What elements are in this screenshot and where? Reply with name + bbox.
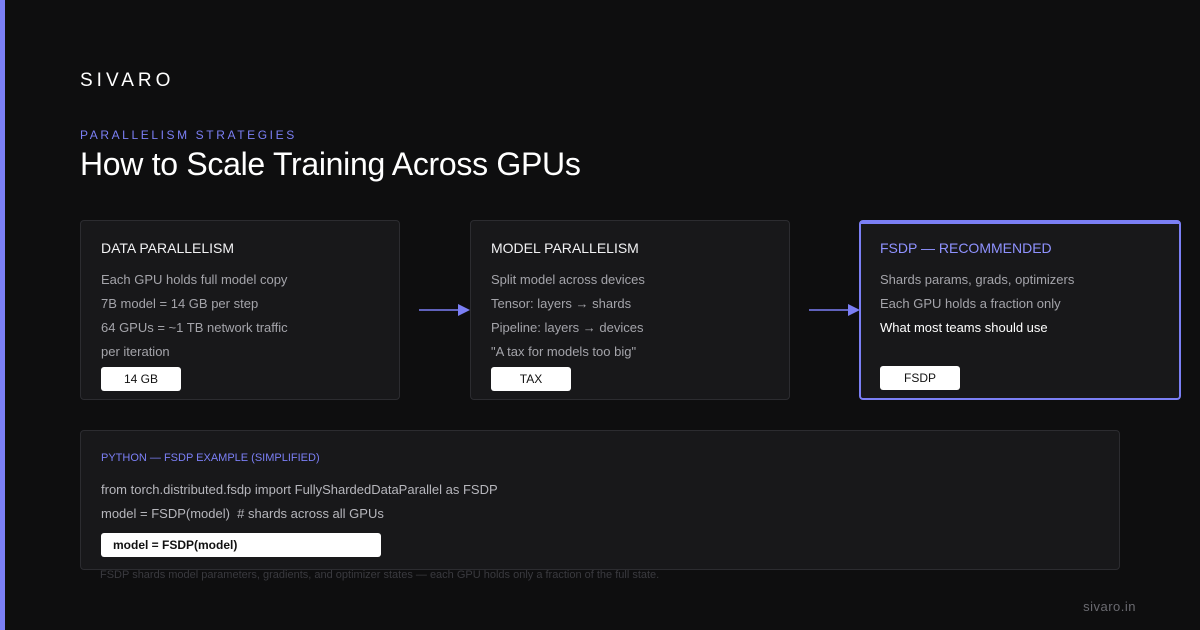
card-data-parallelism: DATA PARALLELISM Each GPU holds full mod… <box>80 220 400 400</box>
card-title: FSDP — RECOMMENDED <box>880 240 1052 256</box>
footnote: FSDP shards model parameters, gradients,… <box>100 569 660 581</box>
code-label: PYTHON — FSDP EXAMPLE (SIMPLIFIED) <box>101 452 320 464</box>
code-line: model = FSDP(model) # shards across all … <box>101 506 384 521</box>
arrow-right-icon <box>419 304 470 316</box>
page-title: How to Scale Training Across GPUs <box>80 146 581 182</box>
section-eyebrow: PARALLELISM STRATEGIES <box>80 128 297 142</box>
brand-logo: SIVARO <box>80 70 175 91</box>
memory-chip: 14 GB <box>101 367 181 391</box>
code-highlight: model = FSDP(model) <box>101 533 381 557</box>
fsdp-chip: FSDP <box>880 366 960 390</box>
accent-bar <box>0 0 5 630</box>
card-title: MODEL PARALLELISM <box>491 240 639 256</box>
code-line: from torch.distributed.fsdp import Fully… <box>101 482 498 497</box>
card-line: Tensor: layers → shards <box>491 296 632 311</box>
card-model-parallelism: MODEL PARALLELISM Split model across dev… <box>470 220 790 400</box>
tax-chip: TAX <box>491 367 571 391</box>
card-line: Shards params, grads, optimizers <box>880 272 1075 287</box>
card-line: Split model across devices <box>491 272 645 287</box>
arrow-right-icon <box>809 304 860 316</box>
card-line-emphasis: What most teams should use <box>880 320 1048 335</box>
card-line: 7B model = 14 GB per step <box>101 296 259 311</box>
card-line: Each GPU holds a fraction only <box>880 296 1061 311</box>
card-title: DATA PARALLELISM <box>101 240 235 256</box>
card-line: Pipeline: layers → devices <box>491 320 644 335</box>
site-url: sivaro.in <box>1083 599 1136 614</box>
card-fsdp-recommended: FSDP — RECOMMENDED Shards params, grads,… <box>859 220 1181 400</box>
card-line: per iteration <box>101 344 170 359</box>
code-example-panel: PYTHON — FSDP EXAMPLE (SIMPLIFIED) from … <box>80 430 1120 570</box>
card-line: 64 GPUs = ~1 TB network traffic <box>101 320 288 335</box>
card-line: Each GPU holds full model copy <box>101 272 288 287</box>
card-line: "A tax for models too big" <box>491 344 637 359</box>
